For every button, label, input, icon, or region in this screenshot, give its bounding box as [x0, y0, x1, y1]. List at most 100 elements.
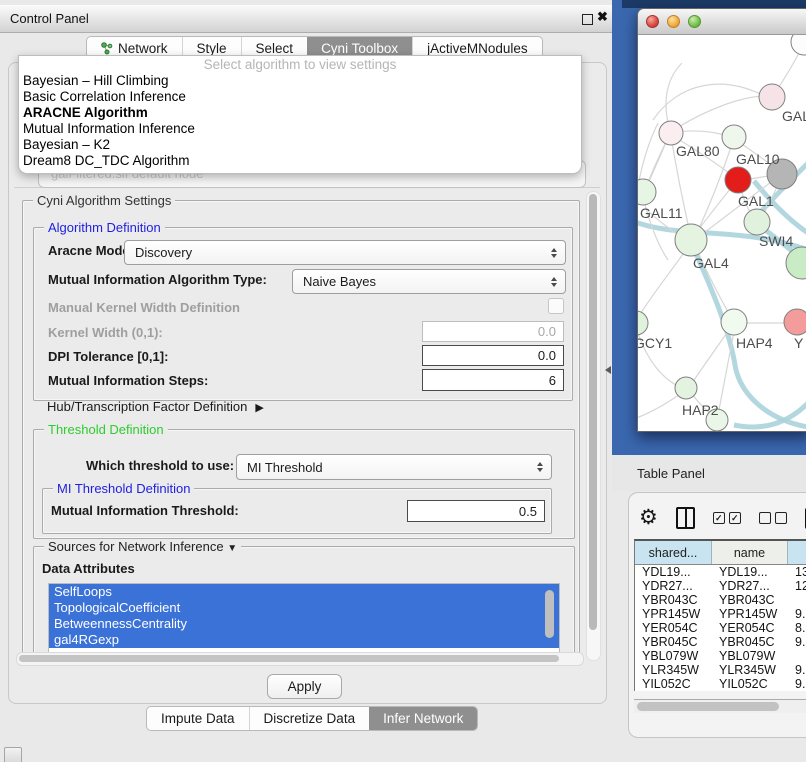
- network-node-gal10[interactable]: [722, 125, 746, 149]
- table-horizontal-scrollbar[interactable]: [634, 699, 806, 713]
- network-edge[interactable]: [653, 84, 768, 120]
- deselect-all-checkboxes-icon[interactable]: [759, 512, 787, 524]
- table-cell: YER054C: [712, 621, 788, 635]
- settings-horizontal-scrollbar[interactable]: [16, 652, 584, 666]
- table-cell: YBR045C: [712, 635, 788, 649]
- hub-definition-expander[interactable]: Hub/Transcription Factor Definition▶: [47, 399, 264, 414]
- table-row[interactable]: YLR345WYLR345W9.: [635, 663, 806, 677]
- data-attribute-item[interactable]: gal4RGexp: [49, 632, 559, 648]
- table-row[interactable]: YBL079WYBL079W: [635, 649, 806, 663]
- close-traffic-light-icon[interactable]: [646, 15, 659, 28]
- table-row[interactable]: YDL19...YDL19...13: [635, 565, 806, 579]
- network-node-hap2[interactable]: [675, 377, 697, 399]
- network-node-hap4[interactable]: [721, 309, 747, 335]
- node-label-y: Y: [794, 335, 804, 351]
- sources-group: Sources for Network Inference ▼ Data Att…: [33, 546, 575, 654]
- aracne-mode-combo[interactable]: Discovery: [124, 240, 566, 265]
- network-node-gcy1[interactable]: [638, 311, 648, 335]
- column-view-icon[interactable]: [676, 507, 695, 529]
- table-row[interactable]: YPR145WYPR145W9.: [635, 607, 806, 621]
- algorithm-dropdown: Select algorithm to view settings Bayesi…: [18, 55, 582, 174]
- network-window-titlebar[interactable]: [638, 9, 806, 35]
- network-node-gal1[interactable]: [725, 167, 751, 193]
- algorithm-option[interactable]: Bayesian – K2: [19, 137, 581, 153]
- apply-button[interactable]: Apply: [267, 674, 342, 699]
- column-header[interactable]: name: [712, 541, 788, 564]
- mi-threshold-field[interactable]: 0.5: [407, 500, 545, 522]
- table-row[interactable]: YBR043CYBR043C: [635, 593, 806, 607]
- manual-kernel-checkbox[interactable]: [548, 298, 564, 314]
- gear-icon[interactable]: ⚙: [639, 508, 658, 528]
- algorithm-option[interactable]: ARACNE Algorithm: [19, 105, 581, 121]
- network-edge[interactable]: [718, 326, 735, 415]
- table-cell: 13: [788, 565, 806, 579]
- table-panel-title: Table Panel: [637, 466, 705, 481]
- algorithm-option[interactable]: Mutual Information Inference: [19, 121, 581, 137]
- network-node-swi4[interactable]: [744, 209, 770, 235]
- node-table: shared...nameA YDL19...YDL19...13YDR27..…: [634, 539, 806, 691]
- column-header[interactable]: shared...: [635, 541, 712, 564]
- sources-title-text: Sources for Network Inference: [48, 539, 224, 554]
- table-row[interactable]: YIL052CYIL052C9.: [635, 677, 806, 691]
- table-row[interactable]: YER054CYER054C8.: [635, 621, 806, 635]
- algorithm-option[interactable]: Basic Correlation Inference: [19, 89, 581, 105]
- bottom-tab-impute-data[interactable]: Impute Data: [147, 707, 249, 730]
- float-window-icon[interactable]: [582, 14, 593, 25]
- minimize-traffic-light-icon[interactable]: [667, 15, 680, 28]
- zoom-traffic-light-icon[interactable]: [688, 15, 701, 28]
- algorithm-option[interactable]: Bayesian – Hill Climbing: [19, 73, 581, 89]
- network-node-gal80[interactable]: [659, 121, 683, 145]
- mi-type-label: Mutual Information Algorithm Type:: [48, 272, 267, 287]
- network-view-top-edge: [622, 0, 806, 8]
- network-node-y[interactable]: [784, 309, 806, 335]
- collapse-down-icon[interactable]: ▼: [227, 543, 237, 554]
- algorithm-option[interactable]: Dream8 DC_TDC Algorithm: [19, 153, 581, 169]
- table-cell: 9.: [788, 635, 806, 649]
- corner-grip[interactable]: [4, 747, 22, 762]
- network-edge[interactable]: [674, 96, 769, 130]
- network-edge[interactable]: [638, 247, 688, 321]
- table-row[interactable]: YBR045CYBR045C9.: [635, 635, 806, 649]
- settings-vertical-scrollbar[interactable]: [586, 191, 601, 661]
- table-cell: YBL079W: [635, 649, 712, 663]
- network-icon: [101, 42, 113, 55]
- stepper-icon: [546, 248, 562, 258]
- table-cell: YPR145W: [712, 607, 788, 621]
- bottom-tab-discretize-data[interactable]: Discretize Data: [249, 707, 370, 730]
- network-node-gal[interactable]: [759, 84, 785, 110]
- select-all-checkboxes-icon[interactable]: ✓✓: [713, 512, 741, 524]
- network-node[interactable]: [791, 35, 806, 55]
- kernel-width-field[interactable]: 0.0: [422, 321, 564, 342]
- table-row[interactable]: YDR27...YDR27...12: [635, 579, 806, 593]
- dpi-tolerance-field[interactable]: 0.0: [422, 345, 564, 366]
- column-header[interactable]: A: [788, 541, 806, 564]
- close-icon[interactable]: ✖: [597, 9, 608, 25]
- panel-collapse-arrow-icon[interactable]: [605, 366, 611, 374]
- data-attribute-item[interactable]: SelfLoops: [49, 584, 559, 600]
- table-cell: 12: [788, 579, 806, 593]
- mi-steps-field[interactable]: 6: [422, 369, 564, 391]
- tab-label: Impute Data: [161, 711, 235, 726]
- mi-type-combo[interactable]: Naive Bayes: [292, 269, 566, 294]
- settings-hscroll-thumb[interactable]: [19, 655, 559, 662]
- data-attribute-item[interactable]: BetweennessCentrality: [49, 616, 559, 632]
- network-node-gal4[interactable]: [675, 224, 707, 256]
- network-graph[interactable]: GALGAL80GAL10GAL1GAL11SWI4GAL4GCY1HAP4YH…: [638, 35, 806, 431]
- bottom-tab-infer-network[interactable]: Infer Network: [369, 707, 477, 730]
- table-cell: 9.: [788, 663, 806, 677]
- network-edge[interactable]: [690, 324, 733, 386]
- list-scrollbar-thumb[interactable]: [545, 590, 554, 638]
- mi-threshold-label: Mutual Information Threshold:: [51, 503, 239, 518]
- network-node-gal11[interactable]: [638, 179, 656, 205]
- threshold-definition-group: Threshold Definition Which threshold to …: [33, 429, 575, 539]
- data-attribute-item[interactable]: TopologicalCoefficient: [49, 600, 559, 616]
- node-label-gal80: GAL80: [676, 143, 720, 159]
- aracne-mode-label: Aracne Mode:: [48, 243, 134, 258]
- node-label-gal4: GAL4: [693, 255, 729, 271]
- tab-label: Discretize Data: [264, 711, 356, 726]
- table-hscroll-thumb[interactable]: [637, 702, 779, 711]
- settings-vscroll-thumb[interactable]: [589, 194, 597, 630]
- network-node[interactable]: [786, 247, 806, 279]
- mi-type-value: Naive Bayes: [293, 274, 546, 289]
- which-threshold-combo[interactable]: MI Threshold: [236, 454, 552, 480]
